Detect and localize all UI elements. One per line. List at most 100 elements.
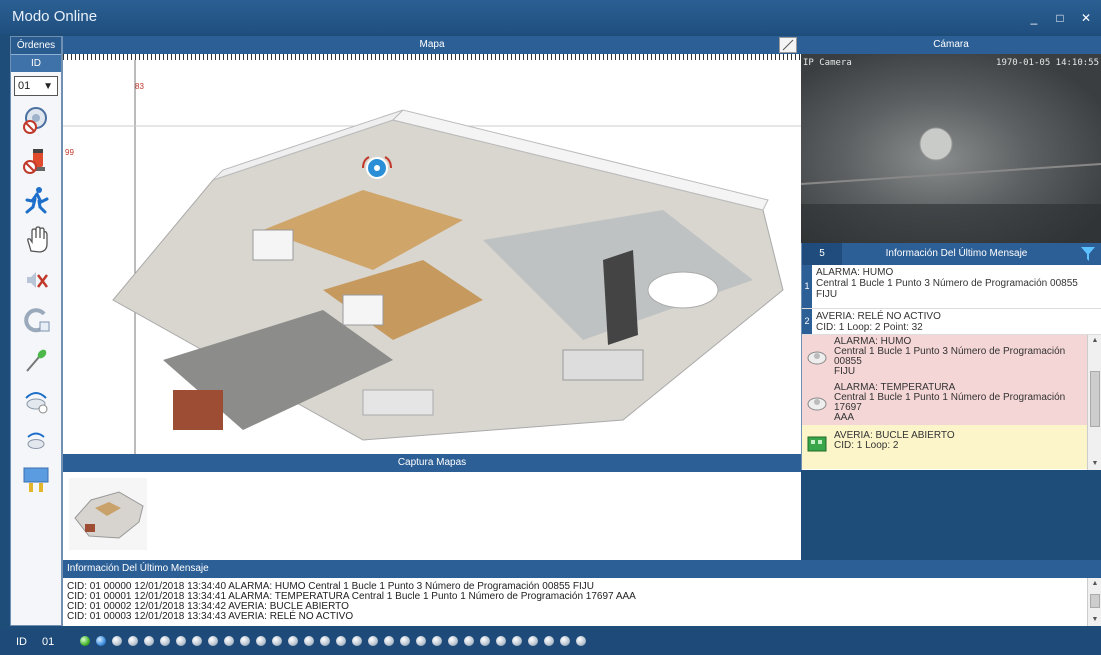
message-index: 1 <box>802 265 812 308</box>
id-select-value: 01 <box>18 80 31 92</box>
event-line: Central 1 Bucle 1 Punto 3 Número de Prog… <box>834 346 1066 357</box>
status-led-icon <box>288 636 298 646</box>
id-select[interactable]: 01 ▼ <box>14 76 58 96</box>
map-capture-panel: Captura Mapas <box>62 454 801 560</box>
status-led-icon <box>224 636 234 646</box>
message-line: AVERIA: RELÉ NO ACTIVO <box>816 311 941 322</box>
last-message-panel: 5 Información Del Último Mensaje 1 ALARM… <box>801 243 1101 470</box>
status-led-icon <box>384 636 394 646</box>
event-line: CID: 1 Loop: 2 <box>834 440 899 451</box>
sensor-button[interactable] <box>16 420 56 460</box>
event-line: AAA <box>834 412 855 423</box>
floor-plan-thumbnail <box>74 491 144 539</box>
message-log-panel: Información Del Último Mensaje CID: 01 0… <box>62 560 1101 626</box>
sensor-scan-icon <box>25 392 48 414</box>
message-line: CID: 1 Loop: 2 Point: 32 <box>816 322 923 333</box>
expand-icon <box>782 39 794 51</box>
loop-status-leds <box>80 636 586 646</box>
log-lines[interactable]: CID: 01 00000 12/01/2018 13:34:40 ALARMA… <box>63 578 1101 626</box>
reset-button[interactable] <box>16 300 56 340</box>
status-led-icon <box>448 636 458 646</box>
panel-button[interactable] <box>16 460 56 500</box>
loop-module-icon <box>807 436 827 452</box>
disable-detector-button[interactable] <box>16 100 56 140</box>
stop-button[interactable] <box>16 220 56 260</box>
event-item-alarm[interactable]: ALARMA: TEMPERATURA Central 1 Bucle 1 Pu… <box>802 381 1087 425</box>
status-led-icon <box>480 636 490 646</box>
camera-panel: Cámara IP Camera 1970-01-05 14:10:55 <box>801 36 1101 243</box>
event-line: FIJU <box>834 366 856 377</box>
status-led-icon <box>576 636 586 646</box>
message-line: ALARMA: HUMO <box>816 267 894 278</box>
status-led-icon <box>320 636 330 646</box>
event-line: Central 1 Bucle 1 Punto 1 Número de Prog… <box>834 392 1066 403</box>
status-bar: ID 01 <box>0 630 1101 655</box>
reset-icon <box>24 308 50 333</box>
evacuate-button[interactable] <box>16 180 56 220</box>
minimize-button[interactable]: _ <box>1023 9 1045 27</box>
silence-button[interactable] <box>16 260 56 300</box>
probe-icon <box>26 349 47 372</box>
event-item-fault[interactable]: AVERIA: BUCLE ABIERTO CID: 1 Loop: 2 <box>802 425 1087 469</box>
smoke-detector-icon <box>807 351 827 365</box>
message-row[interactable]: 1 ALARMA: HUMO Central 1 Bucle 1 Punto 3… <box>802 265 1101 309</box>
status-led-icon <box>352 636 362 646</box>
running-person-icon <box>25 187 49 214</box>
status-led-icon <box>112 636 122 646</box>
camera-title: Cámara <box>933 39 969 50</box>
scroll-up-icon[interactable]: ▲ <box>1088 335 1101 347</box>
map-panel: Mapa 83 99 <box>62 36 802 454</box>
camera-header: Cámara <box>801 36 1101 54</box>
status-led-icon <box>208 636 218 646</box>
map-thumbnail[interactable] <box>69 478 147 550</box>
siren-disabled-icon <box>23 149 45 174</box>
status-led-icon <box>256 636 266 646</box>
scroll-up-icon[interactable]: ▲ <box>1088 578 1101 590</box>
status-led-icon <box>304 636 314 646</box>
sensor-scan-button[interactable] <box>16 380 56 420</box>
status-led-icon <box>464 636 474 646</box>
status-led-icon <box>336 636 346 646</box>
status-led-icon <box>96 636 106 646</box>
status-led-icon <box>272 636 282 646</box>
scroll-down-icon[interactable]: ▼ <box>1088 614 1101 626</box>
status-led-icon <box>128 636 138 646</box>
floor-plan-image <box>63 60 802 454</box>
map-header: Mapa <box>63 36 801 54</box>
scroll-down-icon[interactable]: ▼ <box>1088 458 1101 470</box>
event-list[interactable]: ALARMA: HUMO Central 1 Bucle 1 Punto 3 N… <box>802 335 1087 470</box>
floor-plan-canvas[interactable] <box>63 60 802 454</box>
title-bar: Modo Online _ □ ✕ <box>0 0 1101 34</box>
scroll-thumb[interactable] <box>1090 371 1100 427</box>
orders-header: Órdenes <box>11 37 61 55</box>
heat-detector-icon <box>807 397 827 411</box>
panel-icon <box>23 467 49 492</box>
log-scrollbar[interactable]: ▲ ▼ <box>1087 578 1101 626</box>
scroll-thumb[interactable] <box>1090 594 1100 608</box>
close-button[interactable]: ✕ <box>1075 9 1097 27</box>
status-led-icon <box>400 636 410 646</box>
maximize-button[interactable]: □ <box>1049 9 1071 27</box>
status-led-icon <box>240 636 250 646</box>
event-item-alarm[interactable]: ALARMA: HUMO Central 1 Bucle 1 Punto 3 N… <box>802 335 1087 381</box>
event-line: 17697 <box>834 402 862 413</box>
probe-button[interactable] <box>16 340 56 380</box>
chevron-down-icon: ▼ <box>43 81 53 92</box>
status-led-icon <box>176 636 186 646</box>
message-row[interactable]: 2 AVERIA: RELÉ NO ACTIVO CID: 1 Loop: 2 … <box>802 309 1101 335</box>
status-led-icon <box>144 636 154 646</box>
message-line: Central 1 Bucle 1 Punto 3 Número de Prog… <box>816 278 1078 289</box>
camera-scene <box>801 127 1101 243</box>
orders-toolbar: Órdenes ID 01 ▼ <box>10 36 62 626</box>
last-message-title: Información Del Último Mensaje <box>885 248 1028 259</box>
camera-feed[interactable]: IP Camera 1970-01-05 14:10:55 <box>801 54 1101 243</box>
event-scrollbar[interactable]: ▲ ▼ <box>1087 335 1101 470</box>
event-line: 00855 <box>834 356 862 367</box>
sensor-icon <box>27 432 45 449</box>
disable-siren-button[interactable] <box>16 140 56 180</box>
capture-title: Captura Mapas <box>397 457 467 468</box>
smoke-detector-disabled-icon <box>23 107 47 134</box>
status-led-icon <box>528 636 538 646</box>
hand-icon <box>27 226 48 253</box>
expand-button[interactable] <box>779 37 797 53</box>
